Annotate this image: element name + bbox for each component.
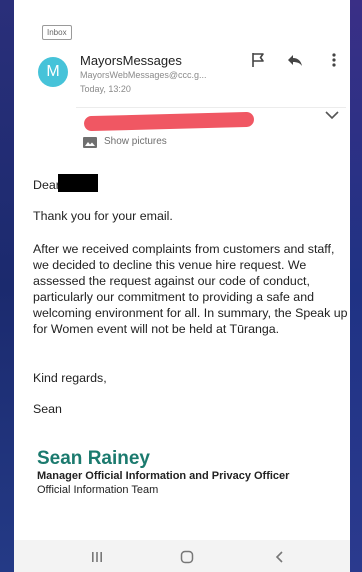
expand-details-button[interactable] <box>324 108 340 122</box>
flag-icon <box>252 53 264 67</box>
signature-title: Manager Official Information and Privacy… <box>37 470 290 482</box>
email-header: Inbox M MayorsMessages MayorsWebMessages… <box>14 0 350 165</box>
sender-name: MayorsMessages <box>80 53 182 68</box>
reply-button[interactable] <box>286 51 304 69</box>
home-icon <box>180 550 194 564</box>
email-screen: Inbox M MayorsMessages MayorsWebMessages… <box>14 0 350 572</box>
sent-time: Today, 13:20 <box>80 84 131 94</box>
recent-apps-icon <box>92 552 102 562</box>
thanks-text: Thank you for your email. <box>33 209 173 223</box>
flag-button[interactable] <box>249 51 267 69</box>
sender-avatar[interactable]: M <box>38 57 68 87</box>
back-button[interactable] <box>273 550 287 564</box>
home-button[interactable] <box>180 550 194 564</box>
background-left <box>0 0 14 572</box>
main-paragraph: After we received complaints from custom… <box>33 242 348 336</box>
back-icon <box>275 551 283 563</box>
inbox-label-tag[interactable]: Inbox <box>42 25 72 40</box>
recipient-name-redaction <box>58 174 98 192</box>
android-nav-bar <box>14 540 350 572</box>
regards-text: Kind regards, <box>33 371 107 385</box>
background-right <box>350 0 362 572</box>
more-vert-icon <box>332 53 336 67</box>
show-pictures-link[interactable]: Show pictures <box>104 136 167 147</box>
sender-address: MayorsWebMessages@ccc.g... <box>80 70 207 80</box>
image-icon <box>83 137 97 148</box>
reply-icon <box>288 55 302 66</box>
chevron-down-icon <box>325 111 339 120</box>
recipient-redaction <box>83 111 255 132</box>
signature-team: Official Information Team <box>37 484 159 496</box>
header-divider <box>76 107 346 108</box>
more-options-button[interactable] <box>325 51 343 69</box>
signoff-text: Sean <box>33 402 62 416</box>
signature-name: Sean Rainey <box>37 448 150 469</box>
recent-apps-button[interactable] <box>90 550 104 564</box>
